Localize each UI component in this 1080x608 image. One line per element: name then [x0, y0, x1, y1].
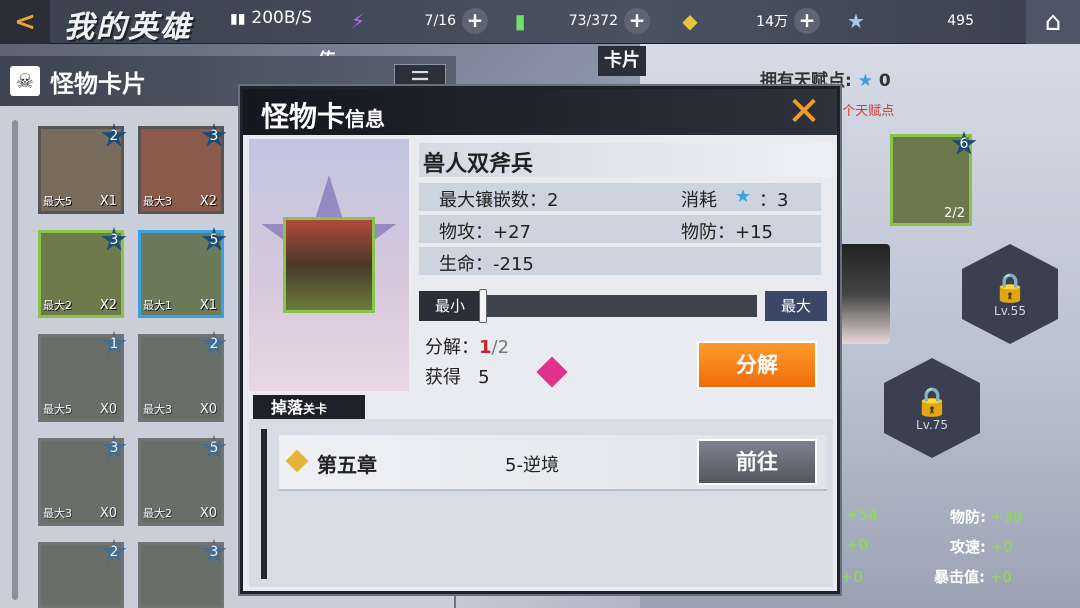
lock-icon: 🔒 [914, 384, 950, 418]
slider-handle[interactable] [479, 289, 487, 323]
monster-name: 兽人双斧兵 [423, 152, 534, 177]
network-speed: ▮▮ 200B/S [230, 8, 313, 28]
star-icon: ★ [857, 71, 873, 91]
gold-icon: ◆ [682, 9, 698, 33]
monster-card[interactable]: 3 [138, 539, 227, 608]
slider-min-button[interactable]: 最小 [419, 291, 481, 321]
list-item: 第五章 5-逆境 前往 [279, 435, 827, 491]
stat-item: +54 [846, 506, 878, 524]
lock-icon: 🔒 [992, 270, 1028, 304]
skull-icon: ☠ [10, 66, 40, 96]
stat-row: 生命：-215 [419, 247, 821, 275]
dialog-header: 怪物卡信息 ✕ [243, 89, 837, 135]
decompose-button[interactable]: 分解 [697, 341, 817, 389]
monster-name-strip: 兽人双斧兵 [419, 143, 833, 177]
potion-icon: ▮ [514, 9, 526, 33]
monster-card[interactable]: 5 最大2 X0 [138, 435, 227, 526]
star-icon: ★ [847, 9, 865, 33]
add-energy-button[interactable]: + [462, 8, 488, 34]
lightning-icon: ⚡ [350, 9, 366, 33]
monster-card[interactable]: 3 最大3 X2 [138, 123, 227, 214]
decompose-slider: 最小 最大 [419, 289, 829, 323]
energy-resource: ⚡ 7/16 + [344, 6, 488, 36]
panel-title: 怪物卡片 [50, 70, 146, 98]
back-arrow-icon: < [14, 7, 36, 37]
page-title: 我的英雄 [64, 10, 192, 45]
go-button[interactable]: 前往 [697, 439, 817, 485]
talent-hint: 1个天赋点 [834, 104, 895, 119]
stat-item: 暴击值: +0 [934, 568, 1012, 586]
monster-card[interactable]: 5 最大1 X1 [138, 227, 227, 318]
decompose-count: 分解：1/2 [425, 337, 510, 358]
add-gold-button[interactable]: + [794, 8, 820, 34]
diamond-icon [285, 449, 309, 473]
monster-card[interactable]: 3 最大3 X0 [38, 435, 127, 526]
monster-portrait-panel [249, 139, 409, 391]
slider-max-button[interactable]: 最大 [765, 291, 827, 321]
top-bar: < 我的英雄 ▮▮ 200B/S ⚡ 7/16 + ▮ 73/372 + ◆ 14… [0, 0, 1080, 45]
star-resource: ★ 495 [842, 6, 980, 36]
stat-row: 物攻：+27 物防：+15 [419, 215, 821, 243]
gold-resource: ◆ 14万 + [676, 6, 820, 36]
monster-card[interactable]: 2 最大3 X0 [138, 331, 227, 422]
stat-item: +0 [846, 536, 869, 554]
add-potion-button[interactable]: + [624, 8, 650, 34]
monster-card-info-dialog: 怪物卡信息 ✕ 兽人双斧兵 最大镶嵌数：2 消耗 ★ ：3 物攻：+27 物防：… [240, 86, 840, 594]
gem-icon [536, 356, 568, 388]
home-button[interactable]: ⌂ [1026, 0, 1080, 44]
drop-stage-tab: 掉落关卡 [253, 395, 365, 421]
home-icon: ⌂ [1044, 7, 1062, 37]
star-icon: ★ [735, 186, 752, 207]
equipped-card[interactable]: 6 2/2 [890, 131, 977, 226]
stat-row: 最大镶嵌数：2 消耗 ★ ：3 [419, 183, 821, 211]
back-button[interactable]: < [0, 0, 50, 44]
scrollbar[interactable] [12, 120, 18, 600]
card-tab[interactable]: 卡片 [598, 46, 646, 76]
slider-track[interactable] [483, 295, 757, 317]
drop-stage-list: 第五章 5-逆境 前往 [249, 419, 833, 587]
potion-resource: ▮ 73/372 + [506, 6, 650, 36]
close-button[interactable]: ✕ [779, 91, 829, 133]
gain-info: 获得 5 [425, 367, 490, 388]
scrollbar[interactable] [261, 429, 267, 579]
monster-card[interactable]: 1 最大5 X0 [38, 331, 127, 422]
signal-icon: ▮▮ [230, 11, 246, 27]
dialog-title: 怪物卡信息 [261, 100, 386, 133]
monster-card[interactable]: 2 最大5 X1 [38, 123, 127, 214]
monster-portrait [283, 217, 375, 313]
stat-item: 物防: +30 [950, 508, 1023, 526]
monster-card[interactable]: 2 [38, 539, 127, 608]
stat-item: 攻速: +0 [950, 538, 1013, 556]
monster-card[interactable]: 3 最大2 X2 [38, 227, 127, 318]
